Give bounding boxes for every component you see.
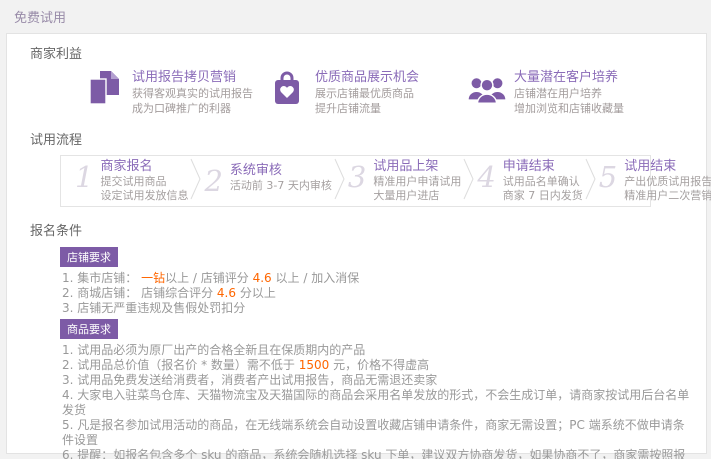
list-item: 4. 大家电入驻菜鸟仓库、天猫物流宝及天猫国际的商品会采用名单发放的形式，不会生… <box>62 388 696 418</box>
process-steps: 1 商家报名 提交试用商品 设定试用发放信息 2 系统审核 活动前 3-7 天内… <box>60 155 651 207</box>
benefit-title: 试用报告拷贝营销 <box>132 69 253 86</box>
list-item: 2. 试用品总价值（报名价 * 数量）需不低于 1500 元，价格不得虚高 <box>62 358 696 373</box>
benefit-line: 增加浏览和店铺收藏量 <box>514 101 624 116</box>
step-title: 试用品上架 <box>373 159 461 175</box>
highlight-value: 4.6 <box>217 286 236 300</box>
benefit-text: 试用报告拷贝营销 获得客观真实的试用报告 成为口碑推广的利器 <box>132 69 253 116</box>
chevron-right-icon <box>190 157 202 205</box>
step-number: 4 <box>477 159 495 195</box>
content-panel: 商家利益 试用报告拷贝营销 获得客观真实的试用报告 成为口碑推广的利器 <box>6 33 707 454</box>
benefit-line: 提升店铺流量 <box>315 101 419 116</box>
process-step-3: 3 试用品上架 精准用户申请试用 大量用户进店 <box>348 159 461 203</box>
benefit-line: 获得客观真实的试用报告 <box>132 86 253 101</box>
step-line: 精准用户二次营销 <box>624 189 711 203</box>
product-requirements-badge: 商品要求 <box>60 319 118 339</box>
list-item: 3. 店铺无严重违规及售假处罚扣分 <box>62 301 696 316</box>
process-step-1: 1 商家报名 提交试用商品 设定试用发放信息 <box>75 159 188 203</box>
step-title: 商家报名 <box>100 159 188 175</box>
list-item: 1. 试用品必须为原厂出产的合格全新且在保质期内的产品 <box>62 343 696 358</box>
step-number: 3 <box>348 159 366 195</box>
process-step-5: 5 试用结束 产出优质试用报告 精准用户二次营销 <box>599 159 711 203</box>
step-title: 系统审核 <box>230 163 332 179</box>
list-item: 5. 凡是报名参加试用活动的商品，在无线端系统会自动设置收藏店铺申请条件，商家无… <box>62 418 696 448</box>
process-heading: 试用流程 <box>30 129 696 148</box>
conditions-heading: 报名条件 <box>30 220 696 239</box>
step-line: 商家 7 日内发货 <box>503 189 583 203</box>
step-line: 设定试用发放信息 <box>100 189 188 203</box>
highlight-value: 一钻 <box>141 271 165 285</box>
step-line: 精准用户申请试用 <box>373 175 461 189</box>
benefit-line: 展示店铺最优质商品 <box>315 86 419 101</box>
step-number: 5 <box>599 159 617 195</box>
step-line: 试用品名单确认 <box>503 175 583 189</box>
process-step-2: 2 系统审核 活动前 3-7 天内审核 <box>204 163 331 199</box>
page-title: 免费试用 <box>14 7 66 26</box>
step-number: 2 <box>204 163 222 199</box>
process-step-4: 4 申请结束 试用品名单确认 商家 7 日内发货 <box>477 159 582 203</box>
shop-requirements-list: 1. 集市店铺： 一钻以上 / 店铺评分 4.6 以上 / 加入消保 2. 商城… <box>62 271 696 316</box>
highlight-value: 1500 <box>299 358 330 372</box>
list-item: 6. 提醒：如报名包含多个 sku 的商品，系统会随机选择 sku 下单，建议双… <box>62 448 696 459</box>
step-title: 试用结束 <box>624 159 711 175</box>
benefit-item-report: 试用报告拷贝营销 获得客观真实的试用报告 成为口碑推广的利器 <box>85 69 268 116</box>
benefits-heading: 商家利益 <box>30 43 696 62</box>
step-line: 活动前 3-7 天内审核 <box>230 179 332 193</box>
benefit-text: 优质商品展示机会 展示店铺最优质商品 提升店铺流量 <box>315 69 419 116</box>
free-trial-page: 免费试用 商家利益 试用报告拷贝营销 获得客观真实的试用报告 成为口碑推广的利器 <box>0 0 711 459</box>
benefit-title: 大量潜在客户培养 <box>514 69 624 86</box>
step-line: 提交试用商品 <box>100 175 188 189</box>
chevron-right-icon <box>463 157 475 205</box>
benefit-title: 优质商品展示机会 <box>315 69 419 86</box>
benefit-line: 店铺潜在用户培养 <box>514 86 624 101</box>
benefit-text: 大量潜在客户培养 店铺潜在用户培养 增加浏览和店铺收藏量 <box>514 69 624 116</box>
people-group-icon <box>467 69 505 107</box>
step-title: 申请结束 <box>503 159 583 175</box>
shop-requirements-badge: 店铺要求 <box>60 247 118 267</box>
list-item: 1. 集市店铺： 一钻以上 / 店铺评分 4.6 以上 / 加入消保 <box>62 271 696 286</box>
list-item: 2. 商城店铺： 店铺综合评分 4.6 分以上 <box>62 286 696 301</box>
benefit-line: 成为口碑推广的利器 <box>132 101 253 116</box>
list-item: 3. 试用品免费发送给消费者，消费者产出试用报告，商品无需退还卖家 <box>62 373 696 388</box>
step-line: 大量用户进店 <box>373 189 461 203</box>
step-number: 1 <box>75 159 93 195</box>
chevron-right-icon <box>585 157 597 205</box>
product-requirements-list: 1. 试用品必须为原厂出产的合格全新且在保质期内的产品 2. 试用品总价值（报名… <box>62 343 696 459</box>
highlight-value: 4.6 <box>253 271 272 285</box>
benefit-item-customers: 大量潜在客户培养 店铺潜在用户培养 增加浏览和店铺收藏量 <box>467 69 624 116</box>
bag-heart-icon <box>268 69 306 107</box>
copy-report-icon <box>85 69 123 107</box>
chevron-right-icon <box>334 157 346 205</box>
benefit-item-showcase: 优质商品展示机会 展示店铺最优质商品 提升店铺流量 <box>268 69 467 116</box>
step-line: 产出优质试用报告 <box>624 175 711 189</box>
benefits-row: 试用报告拷贝营销 获得客观真实的试用报告 成为口碑推广的利器 优质商品展示机会 … <box>85 69 696 116</box>
page-header: 免费试用 <box>0 0 711 33</box>
